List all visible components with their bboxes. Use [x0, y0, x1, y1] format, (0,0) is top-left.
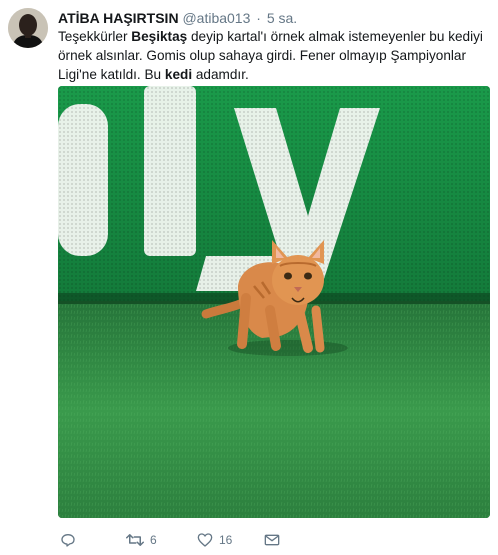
envelope-icon [264, 532, 280, 548]
separator-dot: · [256, 10, 261, 26]
like-button[interactable]: 16 [197, 530, 232, 550]
heart-icon [197, 532, 213, 548]
retweet-button[interactable]: 6 [126, 530, 157, 550]
tweet-actions: 6 16 [58, 530, 490, 550]
tweet-card[interactable]: ATİBA HAŞIRTSIN @atiba013 · 5 sa. Teşekk… [0, 0, 498, 555]
tweet-text-bold: kedi [164, 67, 193, 82]
reply-icon [60, 532, 76, 548]
like-count: 16 [219, 533, 233, 547]
tweet-text: Teşekkürler Beşiktaş deyip kartal'ı örne… [58, 27, 490, 84]
tweet-text-bold: Beşiktaş [131, 29, 188, 44]
tweet-header: ATİBA HAŞIRTSIN @atiba013 · 5 sa. [58, 9, 488, 27]
retweet-count: 6 [150, 533, 157, 547]
direct-message-button[interactable] [264, 530, 280, 550]
reply-button[interactable] [60, 530, 76, 550]
tweet-text-part: adamdır. [192, 67, 249, 82]
avatar[interactable] [8, 8, 48, 48]
tweet-photo[interactable] [58, 86, 490, 518]
tweet-text-part: Teşekkürler [58, 29, 132, 44]
author-handle[interactable]: @atiba013 [182, 10, 250, 26]
retweet-icon [126, 532, 144, 548]
author-name[interactable]: ATİBA HAŞIRTSIN [58, 10, 179, 26]
timestamp[interactable]: 5 sa. [267, 10, 297, 26]
